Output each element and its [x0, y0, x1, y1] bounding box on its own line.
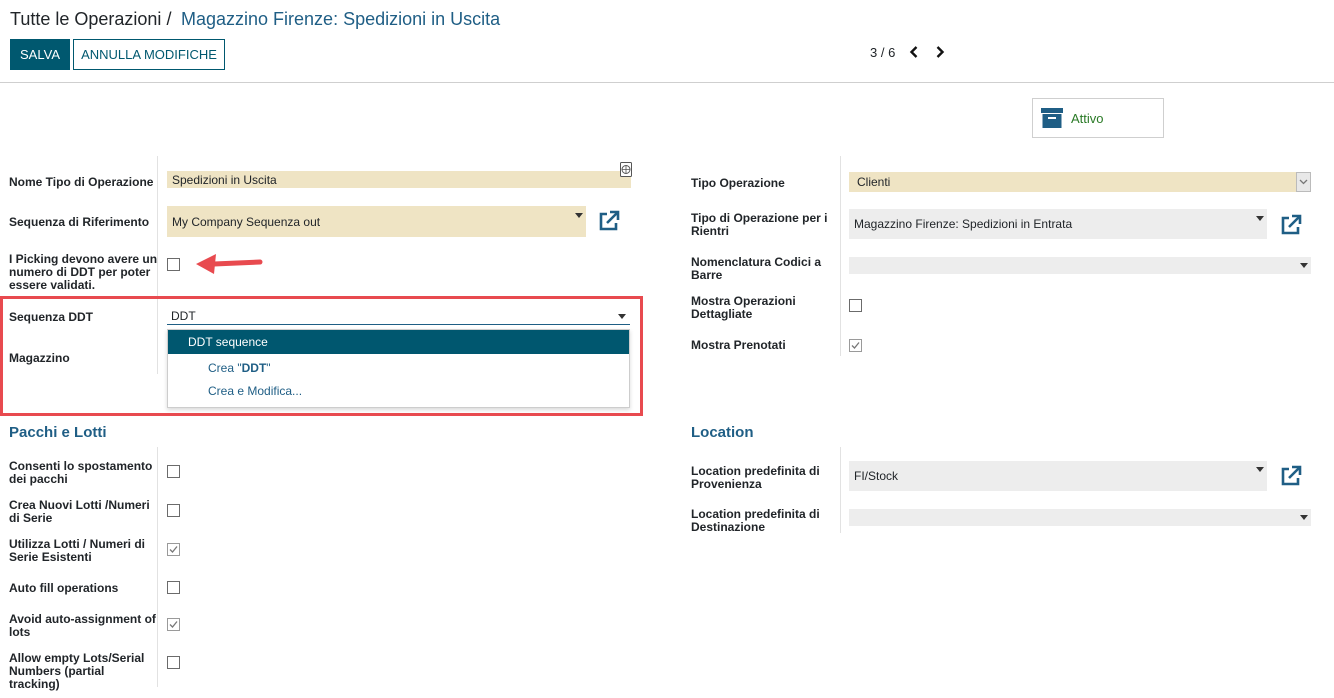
barcode-nomenclature-select[interactable]	[849, 257, 1311, 274]
discard-button[interactable]: ANNULLA MODIFICHE	[73, 39, 225, 70]
name-label: Nome Tipo di Operazione	[9, 175, 154, 189]
auto-fill-checkbox[interactable]	[167, 581, 180, 594]
lots-item-label: Consenti lo spostamento dei pacchi	[9, 459, 153, 486]
name-input[interactable]: Spedizioni in Uscita	[167, 171, 631, 188]
location-section-title: Location	[691, 424, 754, 441]
op-type-select-button[interactable]	[1296, 172, 1311, 192]
lots-section-title: Pacchi e Lotti	[9, 424, 107, 441]
sequence-label: Sequenza di Riferimento	[9, 215, 150, 229]
active-label: Attivo	[1071, 110, 1104, 126]
pager-value: 3 / 6	[870, 45, 896, 60]
source-location-external-link-icon[interactable]	[1280, 465, 1302, 487]
source-location-select[interactable]: FI/Stock	[849, 461, 1267, 491]
return-type-chevron-down-icon[interactable]	[1256, 216, 1264, 221]
return-type-value: Magazzino Firenze: Spedizioni in Entrata	[854, 217, 1073, 231]
show-reserved-label: Mostra Prenotati	[691, 338, 786, 352]
translate-globe-icon[interactable]	[620, 162, 632, 177]
dest-location-chevron-down-icon[interactable]	[1300, 515, 1308, 520]
sequence-select[interactable]: My Company Sequenza out	[167, 206, 586, 237]
allow-package-move-checkbox[interactable]	[167, 465, 180, 478]
return-type-external-link-icon[interactable]	[1280, 214, 1302, 236]
lots-item-label: Allow empty Lots/Serial Numbers (partial…	[9, 651, 145, 691]
sequence-value: My Company Sequenza out	[172, 214, 321, 229]
dest-location-select[interactable]	[849, 509, 1311, 526]
breadcrumb-current: Magazzino Firenze: Spedizioni in Uscita	[181, 9, 501, 29]
op-type-select[interactable]: Clienti	[849, 172, 1311, 192]
pager-next-icon[interactable]	[933, 44, 947, 60]
picking-ddt-label: I Picking devono avere un numero di DDT …	[9, 252, 158, 292]
annotation-highlight-box	[0, 296, 643, 416]
checkmark-icon	[851, 342, 860, 349]
detailed-ops-label: Mostra Operazioni Dettagliate	[691, 294, 796, 321]
use-existing-lots-checkbox[interactable]	[167, 543, 180, 556]
lots-item-label: Auto fill operations	[9, 581, 119, 595]
lots-item-label: Utilizza Lotti / Numeri di Serie Esisten…	[9, 537, 146, 564]
barcode-chevron-down-icon[interactable]	[1300, 263, 1308, 268]
barcode-nomenclature-label: Nomenclatura Codici a Barre	[691, 255, 822, 282]
save-button[interactable]: SALVA	[10, 39, 70, 70]
control-panel-divider	[0, 82, 1334, 83]
op-type-value: Clienti	[857, 175, 891, 189]
lots-item-label: Crea Nuovi Lotti /Numeri di Serie	[9, 498, 150, 525]
create-lots-checkbox[interactable]	[167, 504, 180, 517]
pager-previous-icon[interactable]	[907, 44, 921, 60]
archive-icon	[1041, 108, 1063, 128]
checkmark-icon	[169, 621, 178, 628]
return-type-select[interactable]: Magazzino Firenze: Spedizioni in Entrata	[849, 209, 1267, 239]
avoid-auto-assign-checkbox[interactable]	[167, 618, 180, 631]
source-location-label: Location predefinita di Provenienza	[691, 464, 820, 491]
detailed-ops-checkbox[interactable]	[849, 299, 862, 312]
active-toggle-button[interactable]: Attivo	[1032, 98, 1164, 138]
lots-item-label: Avoid auto-assignment of lots	[9, 612, 156, 639]
return-type-label: Tipo di Operazione per i Rientri	[691, 211, 828, 238]
allow-empty-lots-checkbox[interactable]	[167, 656, 180, 669]
right-group-separator	[840, 156, 841, 356]
sequence-chevron-down-icon[interactable]	[575, 213, 583, 218]
annotation-arrow-icon	[196, 254, 263, 274]
source-location-value: FI/Stock	[854, 469, 899, 483]
op-type-chevron-down-icon	[1299, 179, 1308, 185]
picking-ddt-checkbox[interactable]	[167, 258, 180, 271]
dest-location-label: Location predefinita di Destinazione	[691, 507, 820, 534]
show-reserved-checkbox[interactable]	[849, 339, 862, 352]
op-type-label: Tipo Operazione	[691, 176, 785, 190]
breadcrumb-root[interactable]: Tutte le Operazioni /	[10, 9, 171, 30]
location-group-separator	[840, 447, 841, 533]
checkmark-icon	[169, 546, 178, 553]
source-location-chevron-down-icon[interactable]	[1256, 467, 1264, 472]
sequence-external-link-icon[interactable]	[598, 210, 620, 232]
lots-group-separator	[157, 447, 158, 687]
